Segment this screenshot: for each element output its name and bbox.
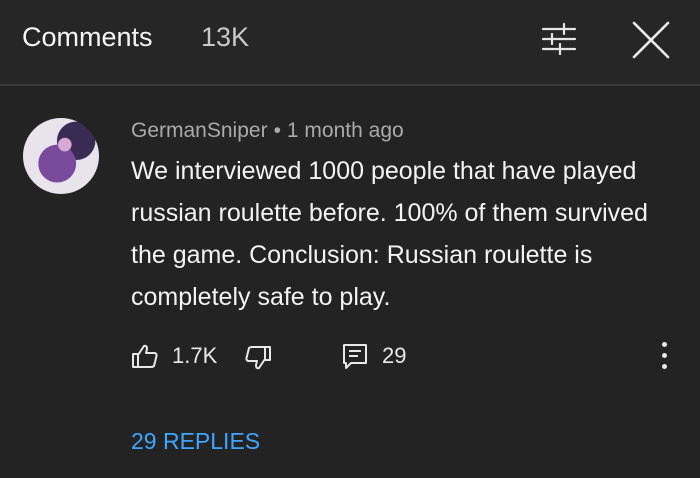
- avatar[interactable]: [23, 118, 99, 194]
- header-divider: [0, 84, 700, 86]
- comments-title: Comments: [22, 22, 153, 52]
- reply-comment-icon[interactable]: [341, 342, 369, 370]
- comment-author[interactable]: GermanSniper: [131, 119, 268, 142]
- thumbs-up-icon[interactable]: [131, 342, 159, 370]
- comment-actions: 1.7K 29: [131, 338, 691, 374]
- comment-time: 1 month ago: [286, 119, 404, 142]
- comments-count: 13K: [201, 22, 250, 52]
- view-replies-link[interactable]: 29 REPLIES: [131, 428, 260, 455]
- more-options-icon[interactable]: [659, 342, 669, 372]
- comment-text: We interviewed 1000 people that have pla…: [131, 157, 648, 311]
- close-icon[interactable]: [630, 19, 672, 61]
- sort-filter-icon[interactable]: [540, 20, 578, 58]
- like-count: 1.7K: [172, 343, 218, 368]
- thumbs-down-icon[interactable]: [244, 344, 272, 372]
- comment-meta: GermanSniper • 1 month ago: [131, 119, 404, 143]
- meta-separator: •: [273, 119, 281, 142]
- reply-count: 29: [382, 343, 407, 368]
- comments-header: Comments 13K: [0, 0, 700, 84]
